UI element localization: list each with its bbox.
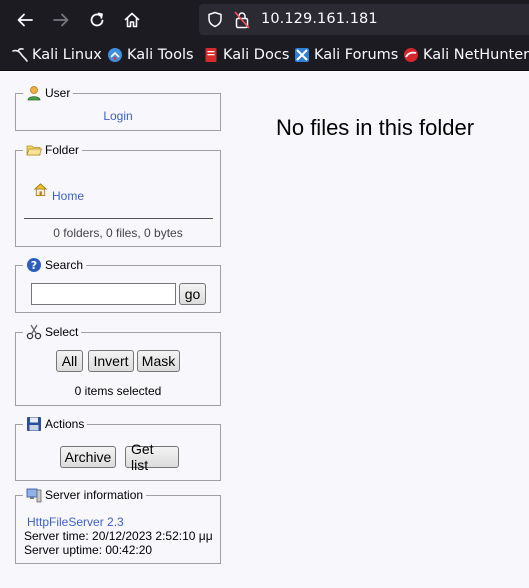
select-panel: Select All Invert Mask 0 items selected — [15, 323, 221, 406]
user-icon — [27, 86, 41, 101]
server-computer-icon — [26, 488, 42, 503]
search-legend: ? Search — [23, 256, 87, 274]
server-info-panel: Server information HttpFileServer 2.3 Se… — [15, 486, 221, 564]
open-folder-icon — [26, 145, 42, 156]
address-bar[interactable]: 10.129.161.181 — [199, 4, 529, 35]
home-link[interactable]: Home — [52, 189, 84, 203]
login-link[interactable]: Login — [16, 109, 220, 123]
bookmark-label: Kali NetHunter — [423, 47, 529, 63]
actions-legend-label: Actions — [45, 417, 85, 431]
shield-icon[interactable] — [207, 11, 223, 28]
folder-summary: 0 folders, 0 files, 0 bytes — [53, 226, 183, 240]
go-button[interactable]: go — [179, 283, 206, 305]
folder-divider — [24, 218, 213, 219]
reload-button[interactable] — [84, 7, 110, 33]
search-panel: ? Search go — [15, 256, 221, 313]
bookmark-label: Kali Docs — [223, 47, 290, 63]
save-disk-icon — [27, 417, 41, 431]
folder-panel: Folder Home 0 folders, 0 files, 0 bytes — [15, 141, 221, 247]
server-info-legend: Server information — [23, 486, 147, 504]
server-info-legend-label: Server information — [45, 488, 144, 502]
actions-legend: Actions — [23, 415, 88, 433]
kali-dragon-icon — [12, 48, 28, 62]
server-uptime: Server uptime: 00:42:20 — [24, 543, 153, 557]
url-text[interactable]: 10.129.161.181 — [261, 11, 378, 27]
home-button[interactable] — [119, 7, 145, 33]
kali-nethunter-icon — [404, 48, 418, 62]
server-time: Server time: 20/12/2023 2:52:10 μμ — [24, 529, 213, 543]
back-button[interactable] — [12, 7, 38, 33]
page-content: User Login Folder Home 0 folders, 0 file… — [0, 72, 529, 588]
kali-docs-icon — [205, 48, 217, 62]
get-list-button[interactable]: Get list — [125, 441, 179, 473]
bookmark-label: Kali Forums — [314, 47, 399, 63]
forward-button[interactable] — [48, 7, 74, 33]
search-input[interactable] — [31, 283, 176, 305]
bookmarks-bar: Kali Linux Kali Tools Kali Docs Kali For… — [0, 39, 529, 71]
browser-toolbar: 10.129.161.181 — [0, 0, 529, 39]
forward-arrow-icon — [53, 13, 69, 27]
bookmark-label: Kali Tools — [127, 47, 194, 63]
user-panel: User Login — [15, 84, 221, 131]
actions-panel: Actions Archive Get list — [15, 415, 221, 481]
bookmark-kali-forums[interactable]: Kali Forums — [294, 45, 398, 65]
folder-legend-label: Folder — [45, 143, 80, 157]
select-legend-label: Select — [45, 325, 79, 339]
home-folder-icon — [34, 183, 47, 197]
back-arrow-icon — [17, 13, 33, 27]
folder-legend: Folder — [23, 141, 83, 159]
bookmark-kali-nethunter[interactable]: Kali NetHunter — [403, 45, 529, 65]
bookmark-label: Kali Linux — [32, 47, 102, 63]
scissors-icon — [26, 324, 42, 340]
home-icon — [124, 12, 140, 28]
kali-tools-icon — [108, 48, 122, 62]
mask-button[interactable]: Mask — [137, 350, 180, 372]
reload-icon — [90, 12, 104, 27]
selection-status: 0 items selected — [74, 384, 162, 398]
http-file-server-link[interactable]: HttpFileServer 2.3 — [27, 515, 124, 529]
bookmark-kali-linux[interactable]: Kali Linux — [12, 45, 102, 65]
user-legend-label: User — [45, 86, 71, 100]
help-icon: ? — [27, 258, 41, 272]
select-legend: Select — [23, 323, 82, 341]
invert-selection-button[interactable]: Invert — [88, 350, 134, 372]
user-legend: User — [23, 84, 74, 102]
bookmark-kali-tools[interactable]: Kali Tools — [107, 45, 194, 65]
insecure-lock-icon[interactable] — [234, 11, 250, 29]
svg-text:?: ? — [31, 259, 37, 272]
select-all-button[interactable]: All — [56, 350, 83, 372]
archive-button[interactable]: Archive — [60, 446, 116, 468]
search-legend-label: Search — [45, 258, 84, 272]
bookmark-kali-docs[interactable]: Kali Docs — [203, 45, 289, 65]
empty-folder-message: No files in this folder — [275, 115, 475, 140]
kali-forums-icon — [295, 48, 309, 62]
